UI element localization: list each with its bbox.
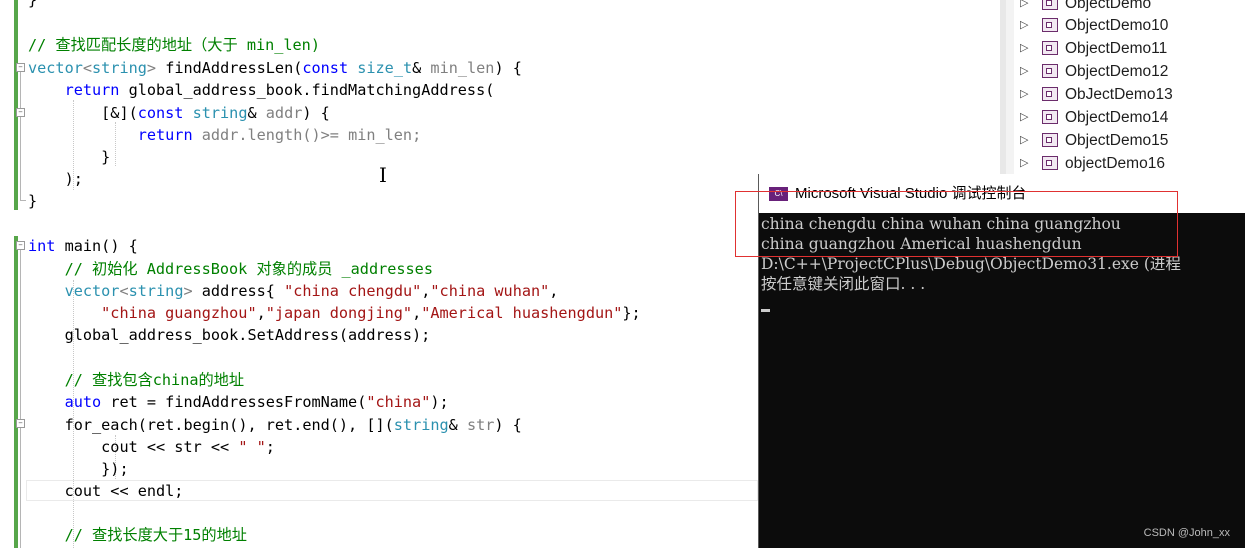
code-line-paren: );: [28, 170, 83, 188]
code-line-lambda-return: return addr.length()>= min_len;: [137, 126, 422, 144]
project-item[interactable]: ▷ objectDemo16: [1020, 152, 1165, 175]
expand-arrow-icon[interactable]: ▷: [1020, 37, 1042, 60]
project-icon: [1042, 155, 1058, 170]
project-item[interactable]: ▷ ObJectDemo13: [1020, 83, 1173, 106]
code-line-set-address: global_address_book.SetAddress(address);: [64, 326, 431, 344]
project-item[interactable]: ▷ ObjectDemo15: [1020, 129, 1168, 152]
expand-arrow-icon[interactable]: ▷: [1020, 14, 1042, 37]
expand-arrow-icon[interactable]: ▷: [1020, 83, 1042, 106]
code-line-brace: }: [28, 148, 111, 166]
expand-arrow-icon[interactable]: ▷: [1020, 0, 1042, 15]
code-line-for-each: for_each(ret.begin(), ret.end(), [](stri…: [64, 416, 522, 434]
project-icon: [1042, 109, 1058, 124]
outline-line: [20, 72, 21, 200]
highlight-annotation-box: [735, 191, 1178, 257]
project-icon: [1042, 132, 1058, 147]
project-icon: [1042, 63, 1058, 78]
code-line-comment: // 查找匹配长度的地址（大于 min_len): [28, 36, 320, 54]
console-output-line: D:\C++\ProjectCPlus\Debug\ObjectDemo31.e…: [761, 255, 1181, 273]
code-line-cout: cout << str << " ";: [101, 438, 275, 456]
code-line-comment: // 初始化 AddressBook 对象的成员 _addresses: [64, 260, 433, 278]
expand-arrow-icon[interactable]: ▷: [1020, 106, 1042, 129]
fold-toggle[interactable]: −: [16, 63, 25, 72]
change-indicator-bar: [14, 0, 18, 210]
code-line-closing-brace: }: [28, 0, 38, 9]
project-item[interactable]: ▷ ObjectDemo14: [1020, 106, 1168, 129]
project-icon: [1042, 17, 1058, 32]
project-icon: [1042, 0, 1058, 10]
code-line-close-lambda: });: [101, 460, 129, 478]
console-output-line: 按任意键关闭此窗口. . .: [761, 275, 926, 293]
expand-arrow-icon[interactable]: ▷: [1020, 60, 1042, 83]
code-line-return: return global_address_book.findMatchingA…: [64, 81, 495, 99]
code-line-cout-endl: cout << endl;: [64, 482, 184, 500]
project-icon: [1042, 40, 1058, 55]
code-line-vector-init: "china guangzhou","japan dongjing","Amer…: [101, 304, 641, 322]
code-line-comment: // 查找包含china的地址: [64, 371, 245, 389]
fold-toggle[interactable]: −: [16, 419, 25, 428]
change-indicator-bar: [14, 236, 18, 548]
code-line-vector-init: vector<string> address{ "china chengdu",…: [64, 282, 559, 300]
code-line-comment: // 查找长度大于15的地址: [64, 526, 247, 544]
solution-scrollbar-track: [1006, 0, 1014, 180]
outline-tick: [20, 200, 26, 201]
code-line-auto-ret: auto ret = findAddressesFromName("china"…: [64, 393, 449, 411]
project-item[interactable]: ▷ ObjectDemo: [1020, 0, 1151, 15]
expand-arrow-icon[interactable]: ▷: [1020, 152, 1042, 175]
code-line-function-signature: vector<string> findAddressLen(const size…: [28, 59, 522, 77]
text-cursor-ibeam-icon: I: [379, 163, 387, 187]
project-item[interactable]: ▷ ObjectDemo11: [1020, 37, 1167, 60]
fold-toggle[interactable]: −: [16, 241, 25, 250]
console-cursor: [761, 309, 770, 312]
project-icon: [1042, 86, 1058, 101]
watermark: CSDN @John_xx: [1143, 527, 1230, 539]
fold-toggle[interactable]: −: [16, 108, 25, 117]
outline-line: [20, 250, 21, 548]
code-line-brace: }: [28, 192, 38, 210]
project-item[interactable]: ▷ ObjectDemo12: [1020, 60, 1168, 83]
solution-explorer[interactable]: ▷ ObjectDemo ▷ ObjectDemo10 ▷ ObjectDemo11 …: [1000, 0, 1245, 180]
code-line-lambda: [&](const string& addr) {: [101, 104, 330, 122]
code-line-main: int main() {: [28, 237, 138, 255]
project-item[interactable]: ▷ ObjectDemo10: [1020, 14, 1168, 37]
expand-arrow-icon[interactable]: ▷: [1020, 129, 1042, 152]
